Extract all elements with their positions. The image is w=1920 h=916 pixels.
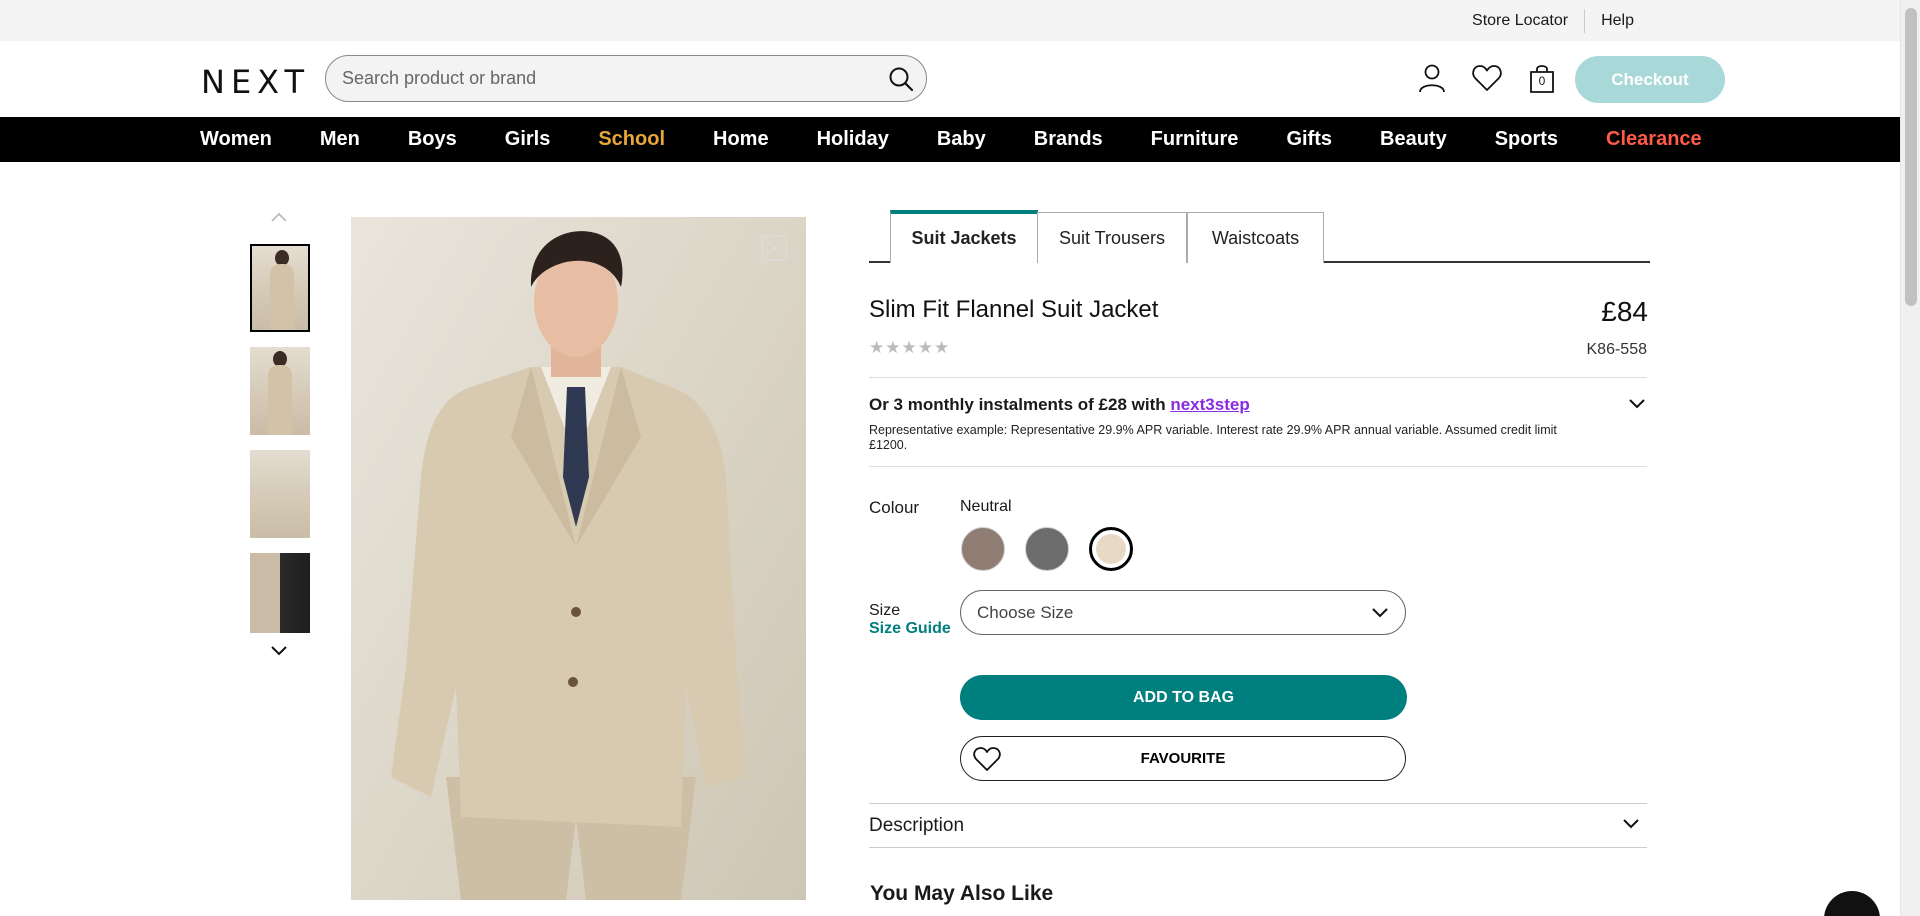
- star-icon: ★: [869, 338, 885, 357]
- star-icon: ★: [901, 338, 917, 357]
- rating-stars[interactable]: ★ ★ ★ ★ ★: [869, 338, 950, 358]
- heart-icon: [973, 747, 1001, 771]
- size-select-value: Choose Size: [977, 602, 1074, 622]
- favourite-button[interactable]: FAVOURITE: [960, 736, 1406, 781]
- nav-baby[interactable]: Baby: [937, 128, 986, 151]
- scrollbar[interactable]: [1900, 0, 1920, 916]
- product-image[interactable]: [351, 217, 806, 900]
- store-locator-link[interactable]: Store Locator: [1456, 12, 1584, 30]
- divider: [869, 847, 1647, 848]
- logo[interactable]: NEXT: [201, 63, 310, 101]
- chevron-down-icon[interactable]: [1622, 817, 1640, 831]
- size-select[interactable]: Choose Size: [960, 590, 1406, 635]
- chevron-down-icon[interactable]: [1628, 397, 1646, 411]
- account-icon[interactable]: [1415, 61, 1449, 95]
- nav-women[interactable]: Women: [200, 128, 272, 151]
- nav-clearance[interactable]: Clearance: [1606, 128, 1702, 151]
- thumbnail-list: [250, 244, 310, 648]
- nav-home[interactable]: Home: [713, 128, 769, 151]
- utility-bar: Store Locator Help: [0, 0, 1900, 41]
- nav-gifts[interactable]: Gifts: [1286, 128, 1332, 151]
- thumbnail-front[interactable]: [250, 244, 310, 332]
- size-label: Size: [869, 602, 901, 619]
- model-illustration: [391, 231, 746, 900]
- product-code: K86-558: [1586, 341, 1648, 358]
- favourite-label: FAVOURITE: [1140, 750, 1226, 767]
- divider: [869, 377, 1647, 378]
- nav-men[interactable]: Men: [320, 128, 360, 151]
- star-icon: ★: [885, 338, 901, 357]
- chat-button[interactable]: [1824, 891, 1880, 916]
- nav-holiday[interactable]: Holiday: [817, 128, 889, 151]
- nav-furniture[interactable]: Furniture: [1151, 128, 1239, 151]
- scrollbar-thumb[interactable]: [1905, 8, 1917, 306]
- you-may-also-like-heading: You May Also Like: [870, 882, 1054, 905]
- thumbnail-up-icon[interactable]: [270, 210, 288, 224]
- thumb-figure: [268, 365, 292, 435]
- product-tabs: Suit Jackets Suit Trousers Waistcoats: [869, 210, 1650, 263]
- bag-button[interactable]: 0: [1525, 61, 1559, 95]
- thumbnail-lining[interactable]: [250, 553, 310, 633]
- thumb-figure: [270, 264, 294, 330]
- thumbnail-back[interactable]: [250, 347, 310, 435]
- thumbnail-down-icon[interactable]: [270, 644, 288, 658]
- star-icon: ★: [934, 338, 950, 357]
- tab-suit-trousers[interactable]: Suit Trousers: [1037, 212, 1187, 263]
- tab-waistcoats[interactable]: Waistcoats: [1187, 212, 1324, 263]
- nav-school[interactable]: School: [598, 128, 665, 151]
- search-icon[interactable]: [888, 66, 914, 92]
- size-guide-link[interactable]: Size Guide: [869, 620, 951, 638]
- description-toggle[interactable]: Description: [869, 815, 964, 837]
- instalment-label: Or 3 monthly instalments of £28 with: [869, 395, 1171, 414]
- main-nav: Women Men Boys Girls School Home Holiday…: [0, 117, 1900, 162]
- bag-count: 0: [1538, 74, 1546, 88]
- search-bar: [325, 55, 927, 102]
- nav-beauty[interactable]: Beauty: [1380, 128, 1447, 151]
- divider: [869, 803, 1647, 804]
- instalment-text: Or 3 monthly instalments of £28 with nex…: [869, 395, 1250, 415]
- swatch-neutral[interactable]: [1089, 527, 1133, 571]
- product-title: Slim Fit Flannel Suit Jacket: [869, 296, 1159, 323]
- favourites-icon[interactable]: [1470, 61, 1504, 95]
- nav-boys[interactable]: Boys: [408, 128, 457, 151]
- nav-girls[interactable]: Girls: [505, 128, 551, 151]
- swatch-taupe[interactable]: [961, 527, 1005, 571]
- product-price: £84: [1601, 296, 1648, 327]
- nav-sports[interactable]: Sports: [1495, 128, 1558, 151]
- add-to-bag-button[interactable]: ADD TO BAG: [960, 675, 1407, 720]
- checkout-button[interactable]: Checkout: [1575, 56, 1725, 103]
- search-input[interactable]: [342, 68, 862, 89]
- star-icon: ★: [917, 338, 933, 357]
- colour-value: Neutral: [960, 498, 1012, 515]
- colour-label: Colour: [869, 498, 920, 517]
- chevron-down-icon: [1372, 608, 1388, 618]
- thumbnail-detail[interactable]: [250, 450, 310, 538]
- next3step-link[interactable]: next3step: [1170, 395, 1249, 414]
- swatch-grey[interactable]: [1025, 527, 1069, 571]
- header: NEXT 0 Checkout: [0, 41, 1900, 117]
- help-link[interactable]: Help: [1585, 12, 1650, 30]
- expand-icon[interactable]: [761, 235, 787, 261]
- divider: [869, 466, 1647, 467]
- nav-brands[interactable]: Brands: [1034, 128, 1103, 151]
- tab-suit-jackets[interactable]: Suit Jackets: [890, 210, 1038, 263]
- representative-example: Representative example: Representative 2…: [869, 423, 1557, 452]
